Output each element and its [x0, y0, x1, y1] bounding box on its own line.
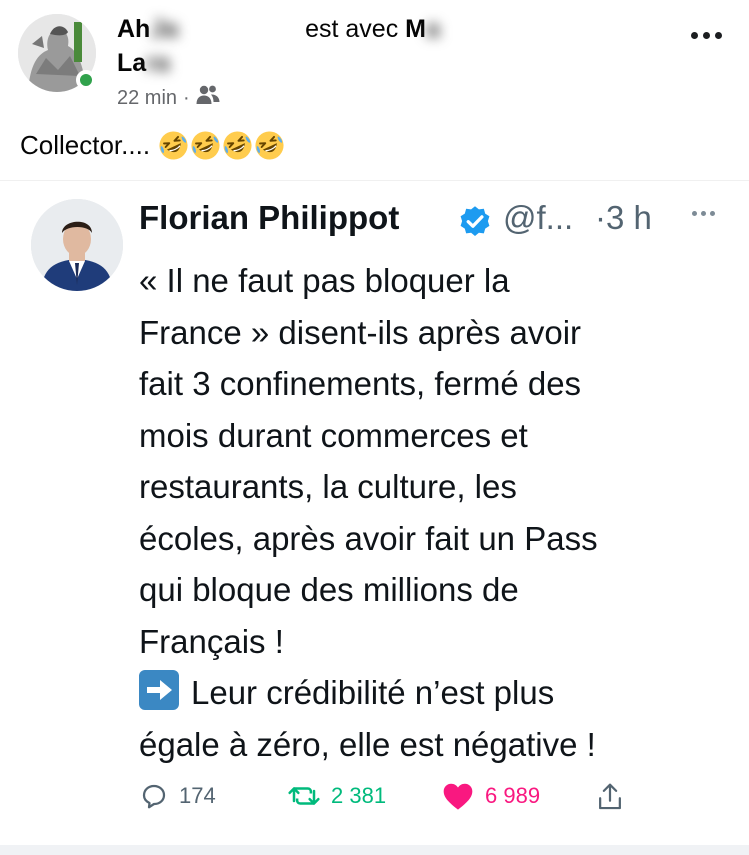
- post-options-button[interactable]: [686, 20, 726, 50]
- author-name-line2[interactable]: Lara: [117, 49, 170, 77]
- online-status-dot: [76, 70, 96, 90]
- tweet-line: « Il ne faut pas bloquer la: [139, 262, 510, 299]
- with-connector: est avec: [305, 15, 399, 43]
- tweet-actions: 174 2 381 6 989: [139, 781, 621, 821]
- verified-badge-icon: [460, 206, 490, 236]
- tweet-line: Français !: [139, 622, 284, 660]
- share-button[interactable]: [595, 781, 625, 813]
- post-text-content: Collector....: [20, 130, 151, 160]
- tweet-line: égale à zéro, elle est négative !: [139, 725, 596, 763]
- rolling-laughing-emoji-icon: [158, 130, 189, 161]
- author-line2-blurred: ra: [146, 49, 170, 77]
- tweet-line: écoles, après avoir fait un Pass: [139, 519, 598, 557]
- emoji-row: [158, 130, 285, 161]
- post-meta: 22 min ·: [117, 84, 220, 112]
- tweet-line: France » disent-ils après avoir: [139, 313, 582, 351]
- dot-icon: [690, 31, 698, 39]
- share-icon: [599, 783, 621, 810]
- tagged-name-blurred: a: [425, 15, 440, 43]
- embedded-tweet[interactable]: Florian Philippot @f... ·3 h « Il ne fau…: [0, 180, 749, 846]
- tweet-author-handle[interactable]: @f...: [503, 199, 573, 237]
- retweet-count: 2 381: [331, 783, 387, 808]
- friends-icon[interactable]: [196, 84, 220, 112]
- tweet-author-avatar[interactable]: [31, 199, 123, 291]
- tweet-line: mois durant commerces et: [139, 416, 528, 454]
- dot-icon: [702, 31, 710, 39]
- tweet-line: qui bloque des millions de: [139, 571, 519, 608]
- reply-button[interactable]: 174: [139, 781, 216, 811]
- post-author-line: AhJa est avec Ma Lara: [117, 12, 637, 80]
- tweet-line: restaurants, la culture, les: [139, 468, 517, 505]
- meta-separator: ·: [183, 86, 190, 109]
- tweet-time[interactable]: ·3 h: [595, 199, 652, 237]
- rolling-laughing-emoji-icon: [222, 130, 253, 161]
- right-arrow-emoji-icon: [139, 670, 179, 710]
- like-count: 6 989: [485, 783, 541, 808]
- heart-icon: [443, 783, 473, 810]
- post-time[interactable]: 22 min: [117, 87, 177, 110]
- dot-icon: [714, 31, 722, 39]
- rolling-laughing-emoji-icon: [254, 130, 285, 161]
- dot-icon: [692, 211, 697, 216]
- author-name[interactable]: AhJa: [117, 15, 178, 43]
- tweet-body: « Il ne faut pas bloquer la France » dis…: [139, 255, 739, 770]
- tweet-line: fait 3 confinements, fermé des: [139, 365, 582, 402]
- dot-icon: [701, 211, 706, 216]
- post-divider: [0, 845, 749, 855]
- retweet-button[interactable]: 2 381: [287, 781, 386, 811]
- rolling-laughing-emoji-icon: [190, 130, 221, 161]
- tweet-more-button[interactable]: [692, 211, 715, 216]
- reply-count: 174: [179, 783, 216, 808]
- reply-icon: [142, 784, 166, 809]
- post-text: Collector....: [20, 130, 285, 161]
- post-header: AhJa est avec Ma Lara 22 min ·: [0, 0, 749, 120]
- author-name-blurred: Ja: [150, 15, 179, 43]
- like-button[interactable]: 6 989: [441, 781, 540, 811]
- tagged-person[interactable]: Ma: [405, 15, 440, 43]
- retweet-icon: [288, 787, 320, 805]
- dot-icon: [710, 211, 715, 216]
- tweet-line-arrow: Leur crédibilité n’est plus: [139, 667, 739, 719]
- tweet-line: Leur crédibilité n’est plus: [191, 674, 555, 711]
- tweet-author-name[interactable]: Florian Philippot: [139, 199, 399, 237]
